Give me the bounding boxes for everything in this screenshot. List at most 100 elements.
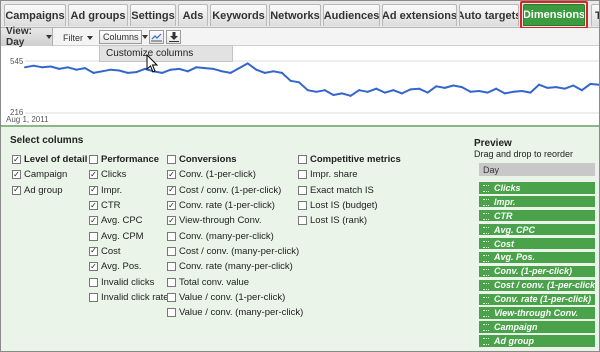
preview-item[interactable]: Campaign <box>479 321 595 333</box>
checkbox-conv-1pc[interactable]: ✓ <box>167 170 176 180</box>
list-item[interactable]: ✓ Campaign <box>12 167 87 182</box>
item-label: Conv. rate (1-per-click) <box>179 200 275 212</box>
checkbox-invalid-clicks[interactable] <box>89 277 98 287</box>
list-item[interactable]: Lost IS (budget) <box>298 198 401 213</box>
list-item[interactable]: ✓ Ad group <box>12 183 87 198</box>
checkbox-cost-conv-mpc[interactable] <box>167 246 176 256</box>
preview-item[interactable]: Avg. Pos. <box>479 251 595 264</box>
columns-dropdown[interactable]: Columns <box>99 30 148 44</box>
item-label: Avg. CPM <box>101 230 144 242</box>
preview-item[interactable]: Conv. rate (1-per-click) <box>479 293 595 305</box>
list-item[interactable]: ✓ CTR <box>89 198 169 213</box>
checkbox-ctr[interactable]: ✓ <box>89 201 98 211</box>
checkbox-invalid-click-rate[interactable] <box>89 292 98 302</box>
tab-auto-targets[interactable]: Auto targets <box>459 4 519 26</box>
checkbox-conv-rate-mpc[interactable] <box>167 262 176 272</box>
preview-item[interactable]: Cost / conv. (1-per-click) <box>479 279 595 292</box>
checkbox-competitive-metrics[interactable] <box>298 155 307 165</box>
preview-item[interactable]: Clicks <box>479 182 595 194</box>
tab-ad-groups[interactable]: Ad groups <box>68 4 128 26</box>
list-item[interactable]: Lost IS (rank) <box>298 213 401 228</box>
checkbox-clicks[interactable]: ✓ <box>89 170 98 180</box>
line-segment <box>229 67 241 74</box>
checkbox-conversions[interactable] <box>167 155 176 165</box>
list-item[interactable]: ✓ Avg. Pos. <box>89 259 169 274</box>
list-item[interactable]: Avg. CPM <box>89 228 169 243</box>
chevron-down-icon <box>46 35 52 39</box>
tab-overflow[interactable]: T <box>591 4 599 26</box>
checkbox-conv-mpc[interactable] <box>167 231 176 241</box>
heading-row[interactable]: Competitive metrics <box>298 152 401 167</box>
line-segment <box>92 70 104 74</box>
item-label: Impr. share <box>310 169 358 181</box>
preview-item[interactable]: Avg. CPC <box>479 223 595 236</box>
list-item[interactable]: Invalid click rate <box>89 290 169 305</box>
list-item[interactable]: ✓ Conv. (1-per-click) <box>167 167 303 182</box>
list-item[interactable]: Total conv. value <box>167 274 303 289</box>
checkbox-value-conv-1pc[interactable] <box>167 292 176 302</box>
checkbox-lost-is-rank[interactable] <box>298 216 307 226</box>
heading-row[interactable]: Performance <box>89 152 169 167</box>
list-item[interactable]: Value / conv. (many-per-click) <box>167 305 303 320</box>
preview-item[interactable]: View-through Conv. <box>479 307 595 319</box>
view-day-dropdown[interactable]: View: Day <box>1 26 53 48</box>
checkbox-campaign[interactable]: ✓ <box>12 170 21 180</box>
checkbox-conv-rate-1pc[interactable]: ✓ <box>167 201 176 211</box>
heading-row[interactable]: ✓ Level of detail <box>12 152 87 167</box>
checkbox-avg-cpm[interactable] <box>89 231 98 241</box>
tab-ad-extensions[interactable]: Ad extensions <box>382 4 457 26</box>
tab-keywords[interactable]: Keywords <box>210 4 267 26</box>
line-segment <box>306 89 318 93</box>
checkbox-cost[interactable]: ✓ <box>89 246 98 256</box>
filter-dropdown[interactable]: Filter <box>63 31 93 44</box>
preview-item[interactable]: Ad group <box>479 335 595 347</box>
heading-row[interactable]: Conversions <box>167 152 303 167</box>
preview-item[interactable]: Impr. <box>479 195 595 208</box>
line-chart-button[interactable] <box>149 30 164 44</box>
tab-networks[interactable]: Networks <box>269 4 321 26</box>
checkbox-impr-share[interactable] <box>298 170 307 180</box>
line-segment <box>358 89 369 93</box>
preview-item[interactable]: Conv. (1-per-click) <box>479 265 595 278</box>
item-label: Lost IS (budget) <box>310 200 378 212</box>
list-item[interactable]: Cost / conv. (many-per-click) <box>167 244 303 259</box>
tab-ads[interactable]: Ads <box>178 4 208 26</box>
list-item[interactable]: Conv. (many-per-click) <box>167 228 303 243</box>
preview-item[interactable]: CTR <box>479 209 595 222</box>
checkbox-cost-conv-1pc[interactable]: ✓ <box>167 185 176 195</box>
list-item[interactable]: Value / conv. (1-per-click) <box>167 290 303 305</box>
checkbox-value-conv-mpc[interactable] <box>167 308 176 318</box>
list-item[interactable]: ✓ Avg. CPC <box>89 213 169 228</box>
list-item[interactable]: ✓ Clicks <box>89 167 169 182</box>
checkbox-view-through-conv[interactable]: ✓ <box>167 216 176 226</box>
checkbox-performance[interactable] <box>89 155 98 165</box>
line-segment <box>289 79 301 84</box>
checkbox-total-conv-value[interactable] <box>167 277 176 287</box>
preview-item-fixed: Day <box>479 163 595 176</box>
tab-audiences[interactable]: Audiences <box>323 4 380 26</box>
download-button[interactable] <box>166 30 181 44</box>
checkbox-avg-pos[interactable]: ✓ <box>89 262 98 272</box>
checkbox-avg-cpc[interactable]: ✓ <box>89 216 98 226</box>
checkbox-ad-group[interactable]: ✓ <box>12 185 21 195</box>
list-item[interactable]: ✓ Conv. rate (1-per-click) <box>167 198 303 213</box>
checkbox-level-of-detail[interactable]: ✓ <box>12 155 21 165</box>
preview-item[interactable]: Cost <box>479 237 595 250</box>
checkbox-lost-is-budget[interactable] <box>298 201 307 211</box>
list-item[interactable]: ✓ Cost / conv. (1-per-click) <box>167 183 303 198</box>
checkbox-impr[interactable]: ✓ <box>89 185 98 195</box>
list-item[interactable]: ✓ Impr. <box>89 183 169 198</box>
tab-settings[interactable]: Settings <box>130 4 176 26</box>
highlight-box <box>520 1 588 29</box>
list-item[interactable]: Impr. share <box>298 167 401 182</box>
list-item[interactable]: Exact match IS <box>298 183 401 198</box>
line-chart-icon <box>151 33 162 41</box>
preview-list: Day Clicks Impr. CTR Avg. CPC Cost Avg. … <box>479 163 595 349</box>
list-item[interactable]: ✓ View-through Conv. <box>167 213 303 228</box>
list-item[interactable]: Invalid clicks <box>89 274 169 289</box>
customize-columns-menu-item[interactable]: Customize columns <box>99 45 233 62</box>
list-item[interactable]: ✓ Cost <box>89 244 169 259</box>
list-item[interactable]: Conv. rate (many-per-click) <box>167 259 303 274</box>
tab-campaigns[interactable]: Campaigns <box>4 4 66 26</box>
checkbox-exact-match-is[interactable] <box>298 185 307 195</box>
